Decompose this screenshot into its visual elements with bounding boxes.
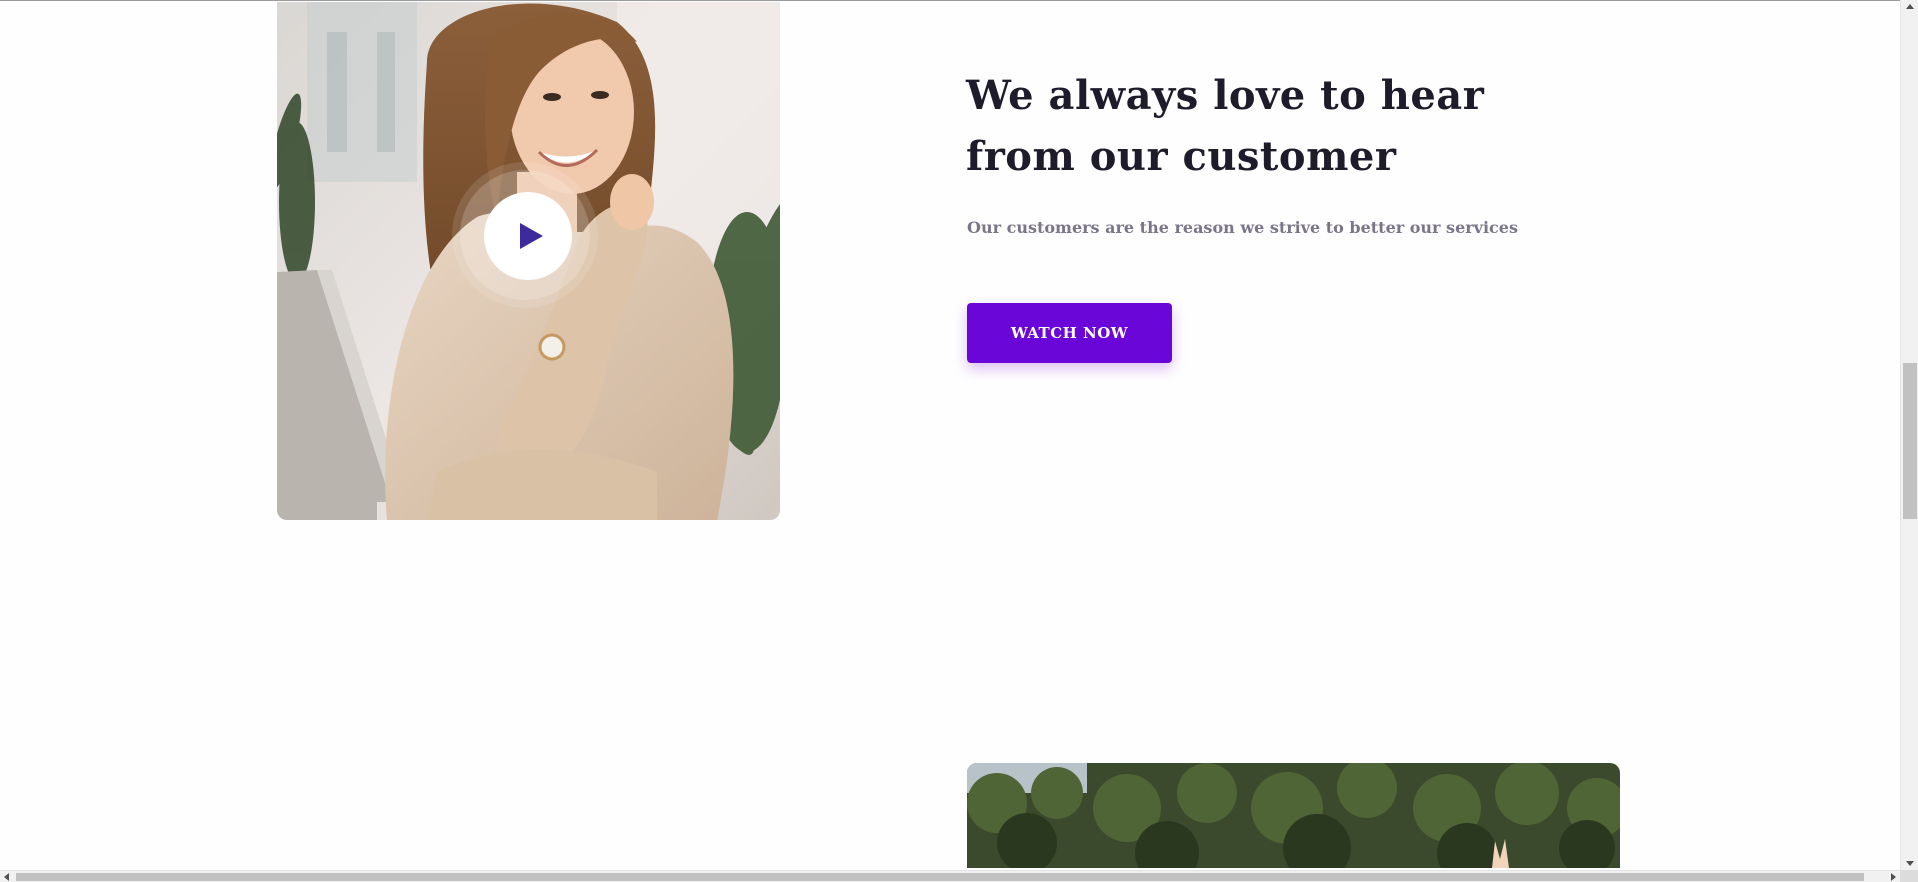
vertical-scrollbar[interactable] xyxy=(1900,0,1918,870)
scroll-up-icon[interactable] xyxy=(1906,4,1914,9)
top-border xyxy=(0,0,1918,1)
page: We always love to hear from our customer… xyxy=(0,0,1918,882)
scroll-right-icon[interactable] xyxy=(1891,873,1896,881)
scrollbar-corner xyxy=(1900,870,1918,882)
scroll-left-icon[interactable] xyxy=(4,873,9,881)
horizontal-scrollbar-thumb[interactable] xyxy=(16,873,1864,881)
landscape-photo-card xyxy=(967,763,1620,868)
section-headline: We always love to hear from our customer xyxy=(966,72,1485,180)
play-button[interactable] xyxy=(484,192,572,280)
play-icon xyxy=(519,223,543,249)
vertical-scrollbar-thumb[interactable] xyxy=(1903,363,1917,519)
trees-landscape-photo xyxy=(967,763,1620,868)
scroll-down-icon[interactable] xyxy=(1906,861,1914,866)
watch-now-button[interactable]: WATCH NOW xyxy=(967,303,1172,363)
section-subtext: Our customers are the reason we strive t… xyxy=(967,218,1518,237)
video-thumbnail[interactable] xyxy=(277,2,780,520)
horizontal-scrollbar[interactable] xyxy=(0,870,1900,882)
